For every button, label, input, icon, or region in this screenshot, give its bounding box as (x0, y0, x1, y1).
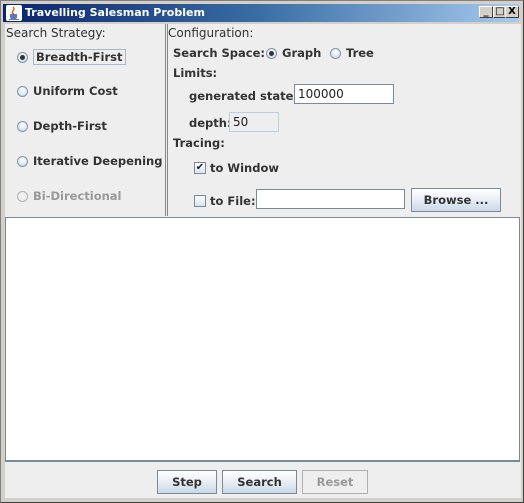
radio-graph[interactable]: Graph (266, 46, 321, 60)
generated-states-label: generated states: (189, 89, 305, 103)
configuration-title: Configuration: (168, 26, 254, 40)
to-window-checkbox[interactable]: ✔ to Window (194, 161, 279, 175)
radio-depth-first[interactable]: Depth-First (17, 119, 107, 133)
configuration-panel: Configuration: Search Space: Graph Tree … (167, 24, 522, 216)
tracing-label: Tracing: (173, 136, 225, 150)
radio-label: Bi-Directional (33, 189, 122, 203)
search-button[interactable]: Search (222, 470, 297, 494)
close-button[interactable]: X (505, 6, 519, 18)
radio-selected-icon (17, 51, 28, 63)
minimize-icon: _ (483, 6, 489, 17)
radio-label: Uniform Cost (33, 84, 118, 98)
reset-button: Reset (302, 470, 368, 494)
search-space-label: Search Space: (173, 46, 266, 60)
browse-button[interactable]: Browse ... (411, 188, 501, 212)
radio-iterative-deepening[interactable]: Iterative Deepening (17, 154, 162, 168)
file-path-input[interactable] (256, 189, 405, 209)
search-strategy-panel: Search Strategy: Breadth-First Uniform C… (5, 24, 166, 216)
checkbox-label: to File: (210, 194, 256, 208)
radio-bi-directional: Bi-Directional (17, 189, 122, 203)
content-pane: Search Strategy: Breadth-First Uniform C… (5, 24, 521, 498)
window-title: Travelling Salesman Problem (25, 6, 205, 19)
generated-states-input[interactable] (294, 84, 394, 104)
checkbox-label: to Window (210, 161, 279, 175)
close-icon: X (508, 6, 516, 17)
radio-breadth-first[interactable]: Breadth-First (17, 49, 126, 65)
checkbox-icon (194, 195, 206, 207)
radio-icon (17, 120, 28, 132)
maximize-icon: □ (495, 6, 505, 17)
step-button[interactable]: Step (157, 470, 217, 494)
depth-input (229, 112, 279, 132)
radio-tree[interactable]: Tree (330, 46, 374, 60)
limits-label: Limits: (173, 66, 218, 80)
output-area[interactable] (5, 217, 520, 462)
radio-label: Graph (282, 46, 322, 60)
java-cup-icon (6, 5, 22, 21)
radio-icon (17, 190, 28, 202)
radio-label: Depth-First (33, 119, 107, 133)
checkmark-icon: ✔ (194, 162, 206, 174)
radio-uniform-cost[interactable]: Uniform Cost (17, 84, 118, 98)
radio-label: Tree (346, 46, 374, 60)
radio-icon (330, 47, 341, 59)
radio-label: Iterative Deepening (33, 154, 163, 168)
radio-icon (17, 155, 28, 167)
radio-label: Breadth-First (33, 49, 126, 65)
radio-icon (17, 85, 28, 97)
main-window: Travelling Salesman Problem _ □ X Search… (0, 0, 524, 503)
minimize-button[interactable]: _ (479, 6, 493, 18)
search-strategy-title: Search Strategy: (6, 26, 106, 40)
radio-selected-icon (266, 47, 277, 59)
title-bar[interactable]: Travelling Salesman Problem _ □ X (3, 4, 519, 22)
depth-label: depth: (189, 116, 232, 130)
to-file-checkbox[interactable]: to File: (194, 194, 256, 208)
